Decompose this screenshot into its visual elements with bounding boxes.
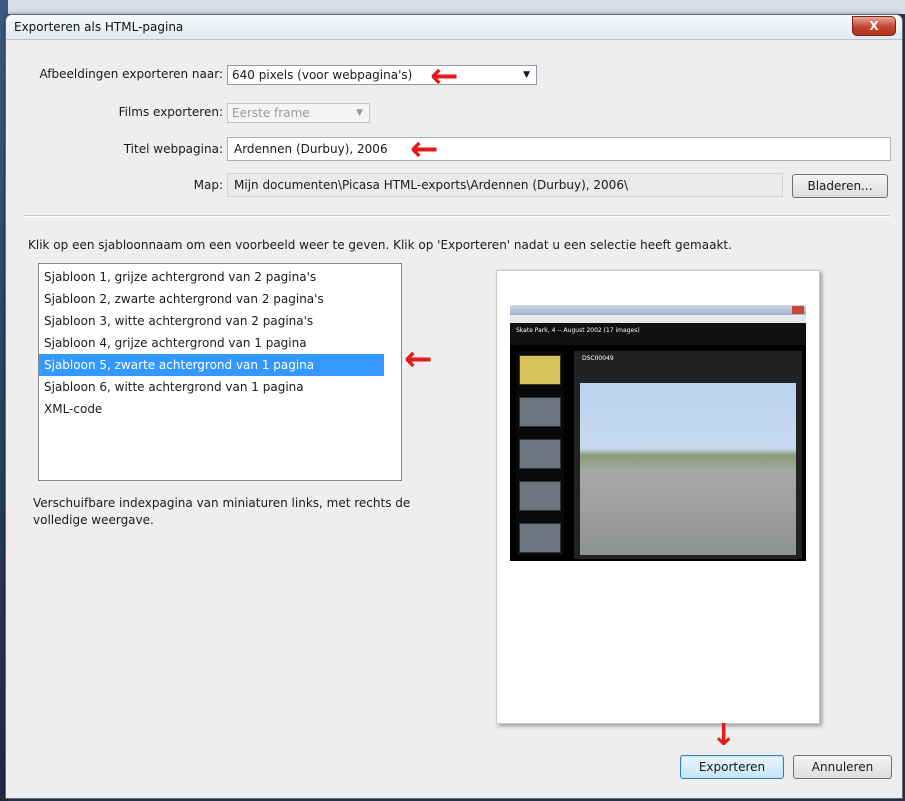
template-preview: Skate Park, 4 -- August 2002 (17 images)… (496, 270, 820, 724)
list-item[interactable]: Sjabloon 3, witte achtergrond van 2 pagi… (39, 310, 384, 332)
window-title: Exporteren als HTML-pagina (14, 20, 184, 34)
page-title-label: Titel webpagina: (123, 142, 223, 156)
preview-thumb (519, 481, 561, 511)
folder-path-field: Mijn documenten\Picasa HTML-exports\Arde… (227, 173, 783, 197)
preview-caption: DSC00049 (582, 355, 614, 362)
preview-thumbnail-image: Skate Park, 4 -- August 2002 (17 images)… (510, 305, 806, 561)
preview-thumb (519, 355, 561, 385)
list-item[interactable]: Sjabloon 6, witte achtergrond van 1 pagi… (39, 376, 384, 398)
page-title-input[interactable]: Ardennen (Durbuy), 2006 (227, 137, 891, 161)
close-button[interactable]: X (852, 16, 896, 36)
export-images-dropdown[interactable]: 640 pixels (voor webpagina's) ▼ (227, 65, 537, 85)
preview-main-view: DSC00049 (574, 351, 802, 559)
list-item[interactable]: Sjabloon 4, grijze achtergrond van 1 pag… (39, 332, 384, 354)
template-description: Verschuifbare indexpagina van miniaturen… (33, 496, 411, 527)
preview-window-titlebar (510, 305, 806, 315)
dropdown-arrow-icon: ▼ (523, 70, 530, 80)
preview-close-icon (792, 306, 804, 314)
export-html-dialog: Exporteren als HTML-pagina X Afbeeldinge… (5, 14, 903, 799)
instruction-text: Klik op een sjabloonnaam om een voorbeel… (28, 238, 732, 252)
desktop-background (0, 0, 905, 14)
folder-label: Map: (193, 178, 223, 192)
red-arrow-annotation: ↓ (711, 718, 737, 753)
red-arrow-annotation: ← (404, 339, 433, 379)
separator (24, 215, 890, 217)
red-arrow-annotation: ← (410, 129, 439, 169)
preview-photo (580, 383, 796, 555)
list-item-selected[interactable]: Sjabloon 5, zwarte achtergrond van 1 pag… (39, 354, 384, 376)
export-films-dropdown: Eerste frame ▼ (227, 103, 370, 123)
preview-thumb (519, 523, 561, 553)
export-button[interactable]: Exporteren (680, 755, 784, 779)
template-list[interactable]: Sjabloon 1, grijze achtergrond van 2 pag… (38, 263, 402, 481)
export-images-label: Afbeeldingen exporteren naar: (39, 67, 223, 81)
list-item[interactable]: XML-code (39, 398, 384, 420)
preview-thumbnail-column (516, 351, 564, 556)
cancel-button[interactable]: Annuleren (793, 755, 892, 779)
dropdown-arrow-icon: ▼ (356, 108, 363, 118)
page-title-value: Ardennen (Durbuy), 2006 (234, 142, 388, 156)
list-item[interactable]: Sjabloon 2, zwarte achtergrond van 2 pag… (39, 288, 384, 310)
export-images-value: 640 pixels (voor webpagina's) (232, 68, 413, 82)
preview-thumb (519, 397, 561, 427)
browse-button[interactable]: Bladeren... (792, 174, 888, 198)
preview-heading: Skate Park, 4 -- August 2002 (17 images) (516, 327, 640, 334)
folder-path-value: Mijn documenten\Picasa HTML-exports\Arde… (234, 178, 628, 192)
export-films-value: Eerste frame (232, 106, 310, 120)
export-films-label: Films exporteren: (118, 105, 223, 119)
title-bar[interactable]: Exporteren als HTML-pagina X (6, 15, 902, 40)
red-arrow-annotation: ← (430, 56, 459, 96)
list-item[interactable]: Sjabloon 1, grijze achtergrond van 2 pag… (39, 266, 384, 288)
preview-menubar (510, 315, 806, 323)
preview-thumb (519, 439, 561, 469)
